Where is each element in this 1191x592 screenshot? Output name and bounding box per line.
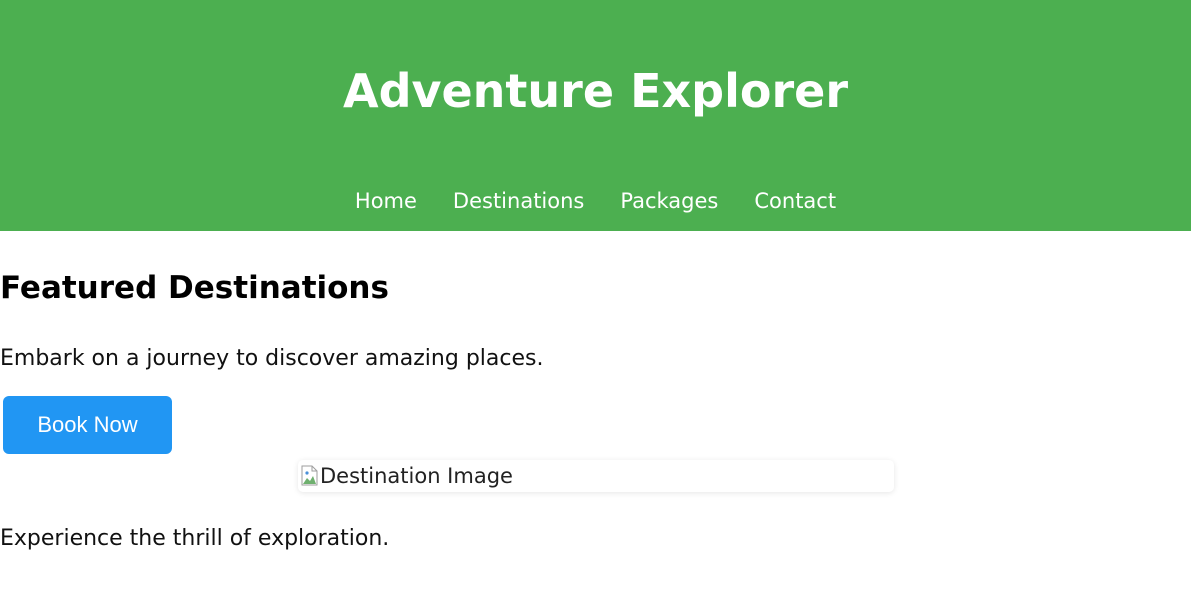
outro-text: Experience the thrill of exploration. xyxy=(0,526,390,551)
intro-text: Embark on a journey to discover amazing … xyxy=(0,346,544,371)
section-heading: Featured Destinations xyxy=(0,270,389,306)
nav-link-packages[interactable]: Packages xyxy=(620,185,718,217)
book-now-button[interactable]: Book Now xyxy=(3,396,172,454)
destination-image: Destination Image xyxy=(298,460,894,492)
nav-link-home[interactable]: Home xyxy=(355,185,417,217)
main-nav: Home Destinations Packages Contact xyxy=(0,185,1191,217)
nav-link-destinations[interactable]: Destinations xyxy=(453,185,584,217)
broken-image-icon xyxy=(301,465,318,486)
site-header: Adventure Explorer Home Destinations Pac… xyxy=(0,0,1191,231)
site-title: Adventure Explorer xyxy=(342,64,849,118)
image-alt-text: Destination Image xyxy=(320,464,513,488)
nav-link-contact[interactable]: Contact xyxy=(754,185,836,217)
